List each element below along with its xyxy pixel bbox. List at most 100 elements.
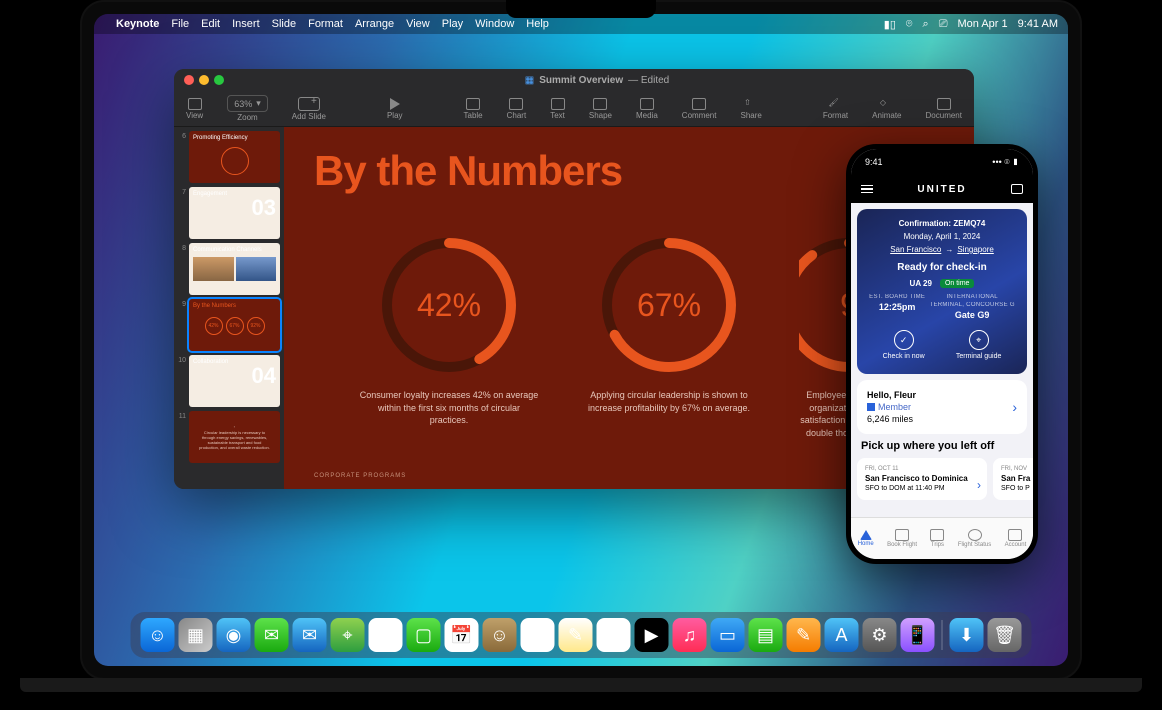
dock: ☺▦◉✉✉⌖✿▢📅☺☑✎✎▶︎♫▭▤✎A⚙📱⬇🗑	[131, 612, 1032, 658]
slide-navigator[interactable]: 6Promoting Efficiency 7Engagement03 8Com…	[174, 127, 284, 489]
battery-icon[interactable]: ▮▯	[884, 18, 896, 31]
dock-reminders[interactable]: ☑	[521, 618, 555, 652]
dock-numbers[interactable]: ▤	[749, 618, 783, 652]
toolbar-text[interactable]: Text	[550, 98, 565, 120]
dock-contacts[interactable]: ☺	[483, 618, 517, 652]
menu-edit[interactable]: Edit	[201, 18, 220, 30]
board-time: EST. BOARD TIME12:25pm	[869, 294, 925, 320]
app-menu[interactable]: Keynote	[116, 18, 159, 30]
suitcase-icon	[930, 529, 944, 541]
tab-status[interactable]: Flight Status	[958, 529, 991, 548]
tab-bar: Home Book Flight Trips Flight Status Acc…	[851, 517, 1033, 559]
search-icon[interactable]: ⌕	[923, 18, 929, 31]
tab-home[interactable]: Home	[858, 530, 874, 547]
toolbar-zoom[interactable]: 63%▾Zoom	[227, 95, 268, 122]
hamburger-icon[interactable]	[861, 185, 873, 194]
checkin-status: Ready for check-in	[867, 262, 1017, 273]
pin-icon: ⌖	[969, 330, 989, 350]
menu-play[interactable]: Play	[442, 18, 463, 30]
dock-safari[interactable]: ◉	[217, 618, 251, 652]
trip-detail: SFO to DOM at 11:40 PM	[865, 485, 979, 492]
menu-view[interactable]: View	[406, 18, 430, 30]
cart-icon[interactable]	[1011, 184, 1023, 194]
slide-thumb-10[interactable]: 10Collaboration04	[178, 355, 280, 407]
trip-date: FRI, OCT 11	[865, 466, 979, 472]
dock-settings[interactable]: ⚙	[863, 618, 897, 652]
slide-footer: CORPORATE PROGRAMS	[314, 473, 406, 479]
toolbar-share[interactable]: ⇧Share	[740, 98, 761, 120]
menu-file[interactable]: File	[171, 18, 189, 30]
toolbar-media[interactable]: Media	[636, 98, 658, 120]
flight-date: Monday, April 1, 2024	[867, 232, 1017, 241]
toolbar-table[interactable]: Table	[464, 98, 483, 120]
minimize-button[interactable]	[199, 75, 209, 85]
desktop: Keynote File Edit Insert Slide Format Ar…	[94, 14, 1068, 666]
boarding-pass-card[interactable]: Confirmation: ZEMQ74 Monday, April 1, 20…	[857, 209, 1027, 374]
plane-icon	[895, 529, 909, 541]
tab-trips[interactable]: Trips	[930, 529, 944, 548]
toolbar-shape[interactable]: Shape	[589, 98, 612, 120]
iphone-screen: 9:41 ••• ⌾ ▮ UNITED Confirmation: ZEMQ74…	[851, 149, 1033, 559]
menu-format[interactable]: Format	[308, 18, 343, 30]
trip-route: San Fra	[1001, 474, 1033, 483]
toolbar-add-slide[interactable]: Add Slide	[292, 97, 326, 121]
toolbar-animate[interactable]: ◇Animate	[872, 98, 901, 120]
laptop-base	[20, 678, 1142, 692]
dock-photos[interactable]: ✿	[369, 618, 403, 652]
wifi-icon[interactable]: ⌾	[906, 18, 913, 31]
dock-pages[interactable]: ✎	[787, 618, 821, 652]
slide-thumb-6[interactable]: 6Promoting Efficiency	[178, 131, 280, 183]
toolbar-view[interactable]: View	[186, 98, 203, 120]
menubar-time[interactable]: 9:41 AM	[1018, 18, 1058, 30]
gate-info: INTERNATIONALTERMINAL, CONCOURSE GGate G…	[930, 294, 1015, 320]
dock-downloads[interactable]: ⬇	[950, 618, 984, 652]
close-button[interactable]	[184, 75, 194, 85]
fullscreen-button[interactable]	[214, 75, 224, 85]
toolbar-play[interactable]: Play	[387, 98, 403, 120]
menu-insert[interactable]: Insert	[232, 18, 260, 30]
slide-thumb-7[interactable]: 7Engagement03	[178, 187, 280, 239]
toolbar-comment[interactable]: Comment	[682, 98, 717, 120]
dock-music[interactable]: ♫	[673, 618, 707, 652]
dock-trash[interactable]: 🗑	[988, 618, 1022, 652]
macbook-frame: Keynote File Edit Insert Slide Format Ar…	[80, 0, 1082, 680]
dock-maps[interactable]: ⌖	[331, 618, 365, 652]
dock-finder[interactable]: ☺	[141, 618, 175, 652]
dock-messages[interactable]: ✉	[255, 618, 289, 652]
dock-calendar[interactable]: 📅	[445, 618, 479, 652]
toolbar-format[interactable]: 🖌Format	[823, 98, 848, 120]
slide-thumb-11[interactable]: 11"Circular leadership is necessary toth…	[178, 411, 280, 463]
tab-book[interactable]: Book Flight	[887, 529, 917, 548]
trip-card[interactable]: FRI, OCT 11 San Francisco to Dominica SF…	[857, 458, 987, 500]
trip-card[interactable]: FRI, NOV San Fra SFO to P	[993, 458, 1033, 500]
checkin-button[interactable]: ✓Check in now	[883, 330, 925, 360]
slide-thumb-9[interactable]: 9By the Numbers42%67%92%	[178, 299, 280, 351]
dock-keynote[interactable]: ▭	[711, 618, 745, 652]
dock-mirror[interactable]: 📱	[901, 618, 935, 652]
window-titlebar[interactable]: ▦ Summit Overview — Edited	[174, 69, 974, 91]
dock-notes[interactable]: ✎	[559, 618, 593, 652]
control-center-icon[interactable]: ⎚	[939, 18, 948, 31]
dock-tv[interactable]: ▶︎	[635, 618, 669, 652]
profile-card[interactable]: Hello, Fleur Member 6,246 miles ›	[857, 380, 1027, 434]
menu-window[interactable]: Window	[475, 18, 514, 30]
check-icon: ✓	[894, 330, 914, 350]
dock-appstore[interactable]: A	[825, 618, 859, 652]
member-badge-icon	[867, 403, 875, 411]
dock-facetime[interactable]: ▢	[407, 618, 441, 652]
menubar-date[interactable]: Mon Apr 1	[958, 18, 1008, 30]
trips-carousel[interactable]: FRI, OCT 11 San Francisco to Dominica SF…	[851, 458, 1033, 500]
terminal-guide-button[interactable]: ⌖Terminal guide	[956, 330, 1002, 360]
dock-launchpad[interactable]: ▦	[179, 618, 213, 652]
dock-mail[interactable]: ✉	[293, 618, 327, 652]
toolbar-chart[interactable]: Chart	[507, 98, 527, 120]
tab-account[interactable]: Account	[1005, 529, 1027, 548]
menu-slide[interactable]: Slide	[272, 18, 296, 30]
menu-help[interactable]: Help	[526, 18, 549, 30]
toolbar-document[interactable]: Document	[926, 98, 962, 120]
document-icon: ▦	[525, 75, 534, 86]
dock-freeform[interactable]: ✎	[597, 618, 631, 652]
iphone-mirror-window[interactable]: 9:41 ••• ⌾ ▮ UNITED Confirmation: ZEMQ74…	[846, 144, 1038, 564]
menu-arrange[interactable]: Arrange	[355, 18, 394, 30]
slide-thumb-8[interactable]: 8Communication Channels	[178, 243, 280, 295]
